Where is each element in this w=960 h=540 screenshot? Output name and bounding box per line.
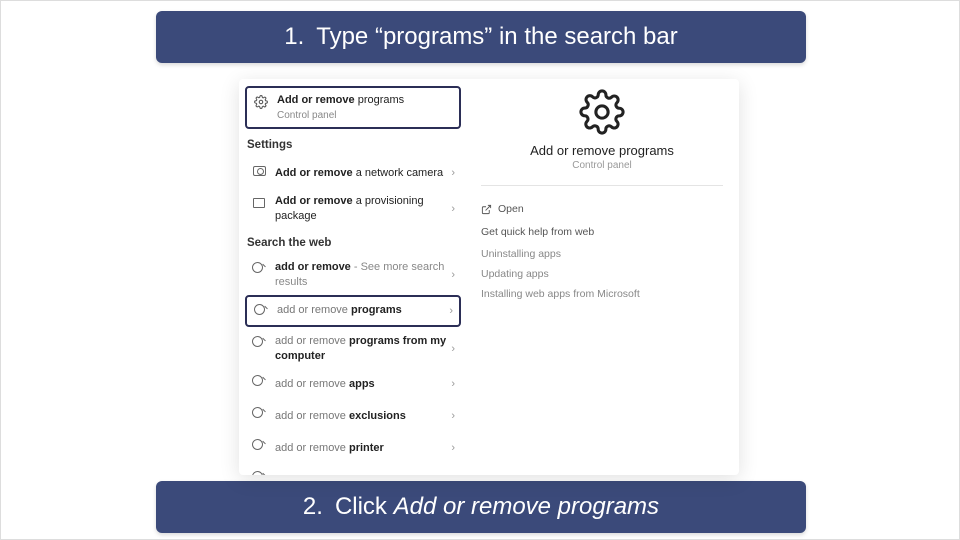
help-link-uninstall[interactable]: Uninstalling apps xyxy=(481,244,723,264)
instruction-step-1: 1. Type “programs” in the search bar xyxy=(156,11,806,63)
top-result-add-remove-programs[interactable]: Add or remove programs Control panel xyxy=(245,86,461,129)
step-number: 1. xyxy=(284,23,304,51)
result-text: add or remove programs from my computer xyxy=(275,334,447,364)
result-text: add or remove exclusions xyxy=(275,409,447,424)
result-text: add or remove programs xyxy=(277,303,445,318)
web-result-features[interactable]: add or remove features › xyxy=(245,464,461,475)
open-action[interactable]: Open xyxy=(481,200,723,218)
search-icon xyxy=(251,437,267,450)
web-result-printer[interactable]: add or remove printer › xyxy=(245,432,461,464)
gear-icon xyxy=(579,89,625,135)
search-icon xyxy=(251,373,267,386)
result-text: add or remove printer xyxy=(275,441,447,456)
web-result-apps[interactable]: add or remove apps › xyxy=(245,368,461,400)
open-label: Open xyxy=(498,203,524,215)
result-text: Add or remove programs Control panel xyxy=(277,93,453,122)
search-icon xyxy=(251,260,267,273)
results-list: Add or remove programs Control panel Set… xyxy=(239,79,467,475)
result-text: Add or remove a network camera xyxy=(275,166,447,181)
step-text: Click Add or remove programs xyxy=(335,493,659,521)
preview-subtitle: Control panel xyxy=(572,160,631,171)
chevron-right-icon: › xyxy=(447,269,455,281)
package-icon xyxy=(251,194,267,208)
web-result-programs-computer[interactable]: add or remove programs from my computer … xyxy=(245,329,461,369)
divider xyxy=(481,185,723,186)
help-header: Get quick help from web xyxy=(481,218,723,244)
camera-icon xyxy=(251,162,267,176)
section-web: Search the web xyxy=(245,229,461,255)
step-number: 2. xyxy=(303,493,323,521)
help-link-install-web[interactable]: Installing web apps from Microsoft xyxy=(481,284,723,304)
chevron-right-icon: › xyxy=(447,343,455,355)
result-text: add or remove apps xyxy=(275,377,447,392)
search-icon xyxy=(251,405,267,418)
gear-icon xyxy=(253,93,269,109)
result-text: add or remove features xyxy=(275,473,447,475)
help-link-update[interactable]: Updating apps xyxy=(481,264,723,284)
open-icon xyxy=(481,204,492,215)
search-icon xyxy=(251,469,267,475)
chevron-right-icon: › xyxy=(447,167,455,179)
chevron-right-icon: › xyxy=(447,203,455,215)
result-text: Add or remove a provisioning package xyxy=(275,194,447,224)
web-result-see-more[interactable]: add or remove - See more search results … xyxy=(245,255,461,295)
chevron-right-icon: › xyxy=(447,442,455,454)
preview-pane: Add or remove programs Control panel Ope… xyxy=(467,79,739,475)
section-settings: Settings xyxy=(245,131,461,157)
instruction-step-2: 2. Click Add or remove programs xyxy=(156,481,806,533)
chevron-right-icon: › xyxy=(447,474,455,475)
result-provisioning-package[interactable]: Add or remove a provisioning package › xyxy=(245,189,461,229)
web-result-exclusions[interactable]: add or remove exclusions › xyxy=(245,400,461,432)
search-icon xyxy=(253,302,269,315)
preview-title: Add or remove programs xyxy=(530,143,674,158)
chevron-right-icon: › xyxy=(447,410,455,422)
result-network-camera[interactable]: Add or remove a network camera › xyxy=(245,157,461,189)
chevron-right-icon: › xyxy=(447,378,455,390)
step-text: Type “programs” in the search bar xyxy=(316,23,678,51)
search-icon xyxy=(251,334,267,347)
web-result-programs[interactable]: add or remove programs › xyxy=(245,295,461,327)
result-text: add or remove - See more search results xyxy=(275,260,447,290)
chevron-right-icon: › xyxy=(445,305,453,317)
search-panel: Add or remove programs Control panel Set… xyxy=(239,79,739,475)
